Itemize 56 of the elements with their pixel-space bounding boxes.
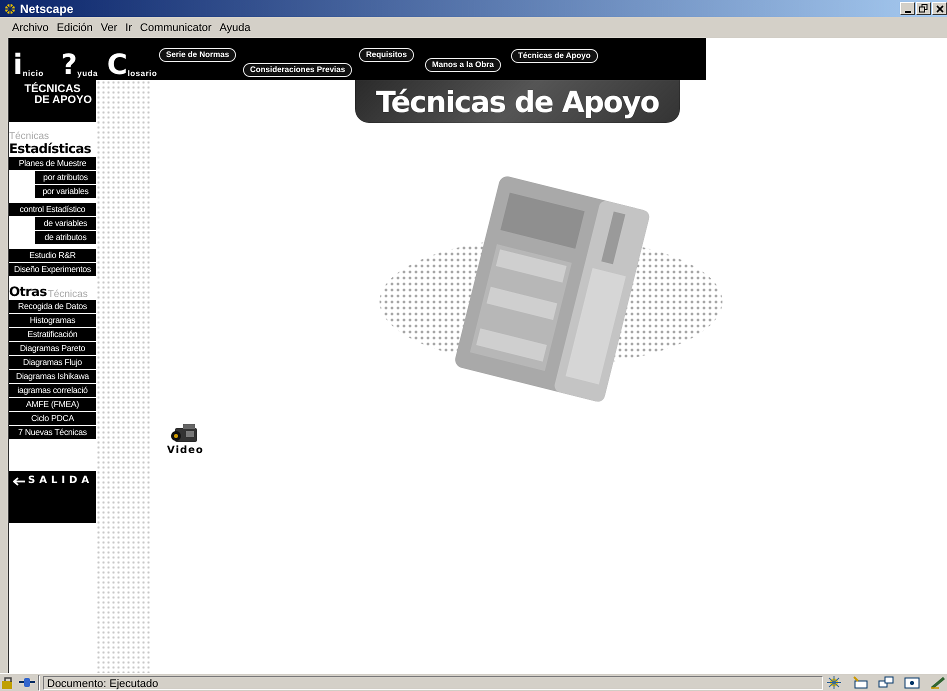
mail-icon[interactable] bbox=[852, 676, 868, 689]
sidebar-link[interactable]: iagramas correlació bbox=[9, 384, 96, 397]
page-title: Técnicas de Apoyo bbox=[355, 80, 680, 123]
menu-item[interactable]: Archivo bbox=[8, 22, 53, 34]
sidebar-link[interactable]: Histogramas bbox=[9, 314, 96, 327]
sidebar-link[interactable]: Planes de Muestre bbox=[9, 157, 96, 170]
address-book-icon[interactable] bbox=[904, 676, 920, 689]
section-link[interactable]: Consideraciones Previas bbox=[243, 63, 352, 77]
section-link[interactable]: Manos a la Obra bbox=[425, 58, 501, 72]
sidebar-link[interactable]: AMFE (FMEA) bbox=[9, 398, 96, 411]
sidebar-link[interactable]: Diagramas Ishikawa bbox=[9, 370, 96, 383]
section-link[interactable]: Técnicas de Apoyo bbox=[511, 49, 598, 63]
sidebar-link[interactable]: Diagramas Pareto bbox=[9, 342, 96, 355]
menu-item[interactable]: Communicator bbox=[136, 22, 216, 34]
navigator-icon[interactable] bbox=[826, 676, 842, 689]
sidebar-link[interactable]: 7 Nuevas Técnicas bbox=[9, 426, 96, 439]
minimize-icon bbox=[904, 10, 910, 12]
sidebar-link[interactable]: Diagramas Flujo bbox=[9, 356, 96, 369]
minimize-button[interactable] bbox=[900, 2, 915, 15]
sidebar-link[interactable]: de atributos bbox=[35, 231, 96, 244]
section-link[interactable]: Requisitos bbox=[359, 48, 414, 62]
toolbar-link[interactable]: i nicio bbox=[13, 52, 44, 78]
sidebar-link[interactable]: Diseño Experimentos bbox=[9, 263, 96, 276]
status-text: Documento: Ejecutado bbox=[43, 676, 823, 690]
restore-icon bbox=[919, 4, 928, 13]
sidebar-link[interactable]: de variables bbox=[35, 217, 96, 230]
menu-item[interactable]: Ayuda bbox=[216, 22, 255, 34]
close-icon bbox=[936, 4, 944, 12]
sidebar-link[interactable]: control Estadístico bbox=[9, 203, 96, 216]
window-title: Netscape bbox=[20, 2, 74, 16]
toolbar-link[interactable]: ?yuda bbox=[61, 52, 98, 78]
menu-item[interactable]: Ir bbox=[121, 22, 136, 34]
pen-icon[interactable] bbox=[930, 676, 946, 689]
section-title: Estadísticas bbox=[9, 143, 91, 157]
menu-item[interactable]: Ver bbox=[96, 22, 122, 34]
sidebar-header: TÉCNICAS DE APOYO bbox=[9, 80, 96, 122]
restore-button[interactable] bbox=[916, 2, 931, 15]
app-icon bbox=[3, 2, 17, 16]
section-subtitle: Técnicas bbox=[9, 132, 50, 142]
sidebar-link[interactable]: por atributos bbox=[35, 171, 96, 184]
section-link[interactable]: Serie de Normas bbox=[159, 48, 236, 62]
chat-icon[interactable] bbox=[878, 676, 894, 689]
connection-icon bbox=[19, 676, 35, 689]
left-arrow-icon bbox=[13, 477, 25, 486]
close-button[interactable] bbox=[932, 2, 947, 15]
sidebar-link[interactable]: Recogida de Datos bbox=[9, 300, 96, 313]
sidebar-link[interactable]: Estudio R&R bbox=[9, 249, 96, 262]
sidebar-link[interactable]: Ciclo PDCA bbox=[9, 412, 96, 425]
video-link[interactable]: Video bbox=[167, 423, 204, 456]
toolbar-link[interactable]: C losario bbox=[107, 52, 158, 78]
sidebar-link[interactable]: por variables bbox=[35, 185, 96, 198]
menu-item[interactable]: Edición bbox=[52, 22, 97, 34]
section-title: Otras bbox=[9, 286, 47, 300]
exit-button[interactable]: SALIDA bbox=[9, 471, 96, 523]
sidebar-link[interactable]: Estratificación bbox=[9, 328, 96, 341]
section-subtitle: Técnicas bbox=[48, 290, 88, 300]
